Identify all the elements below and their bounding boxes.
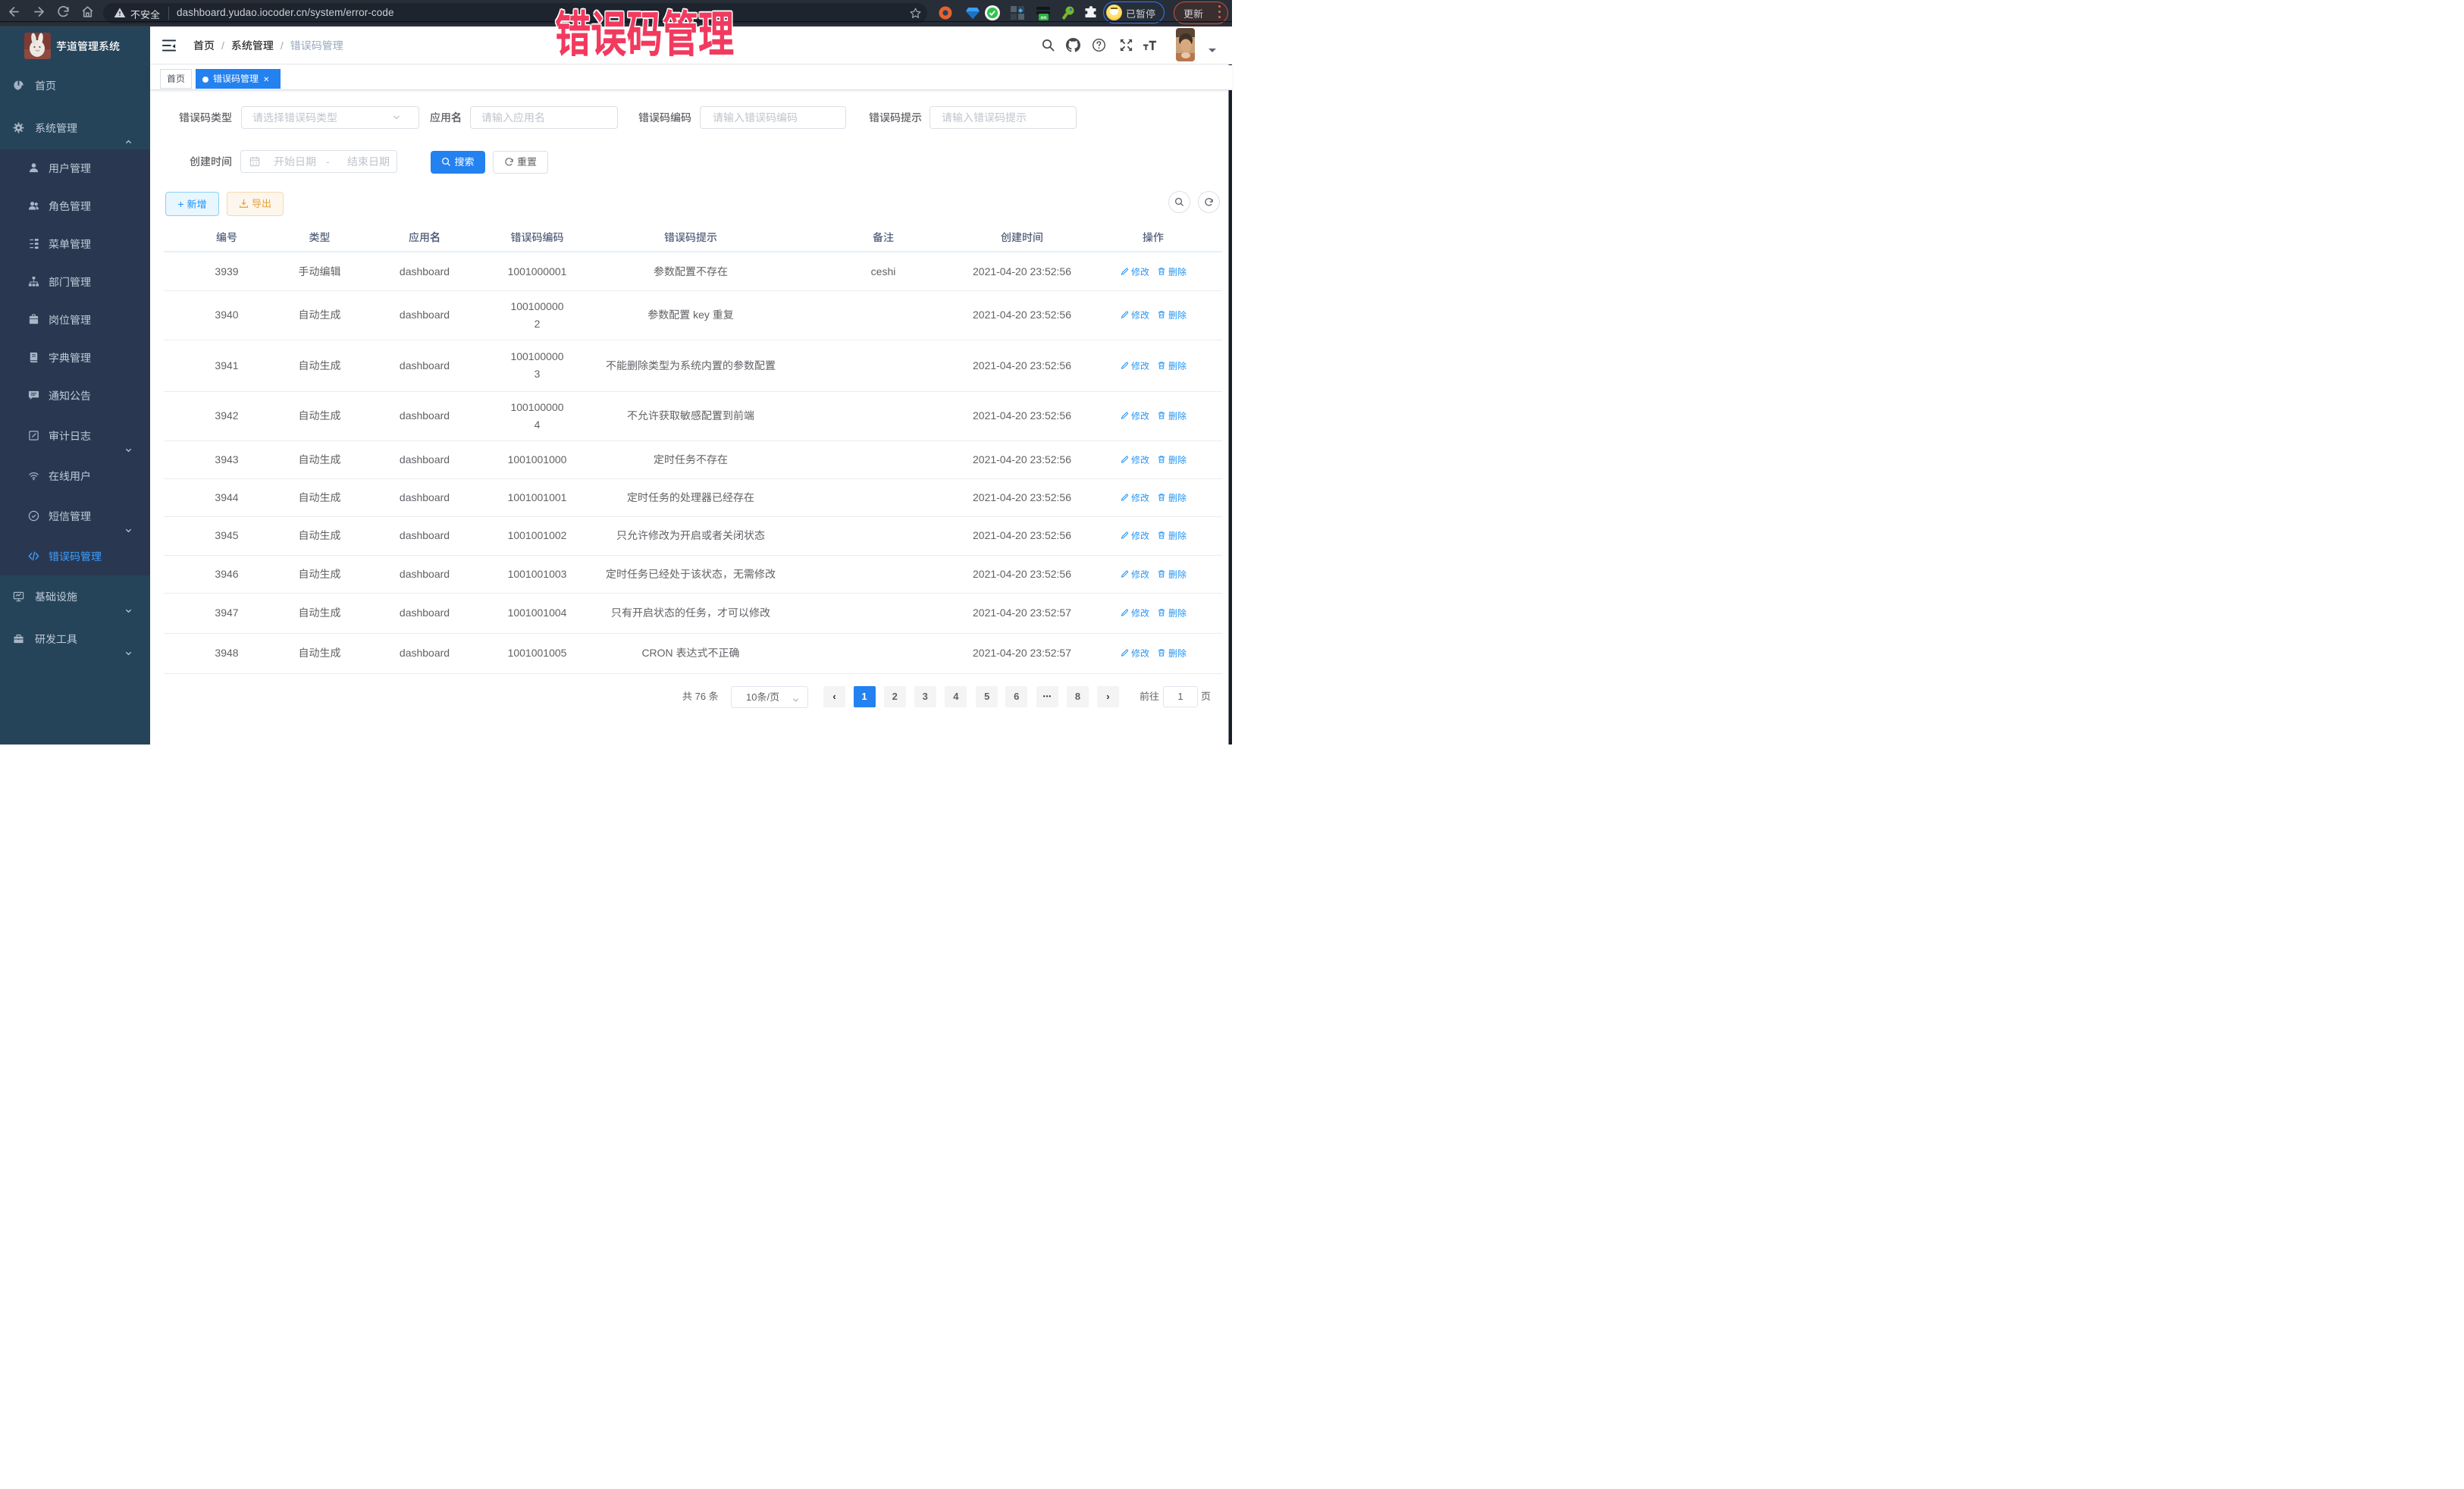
svg-text:on: on (1041, 15, 1047, 20)
